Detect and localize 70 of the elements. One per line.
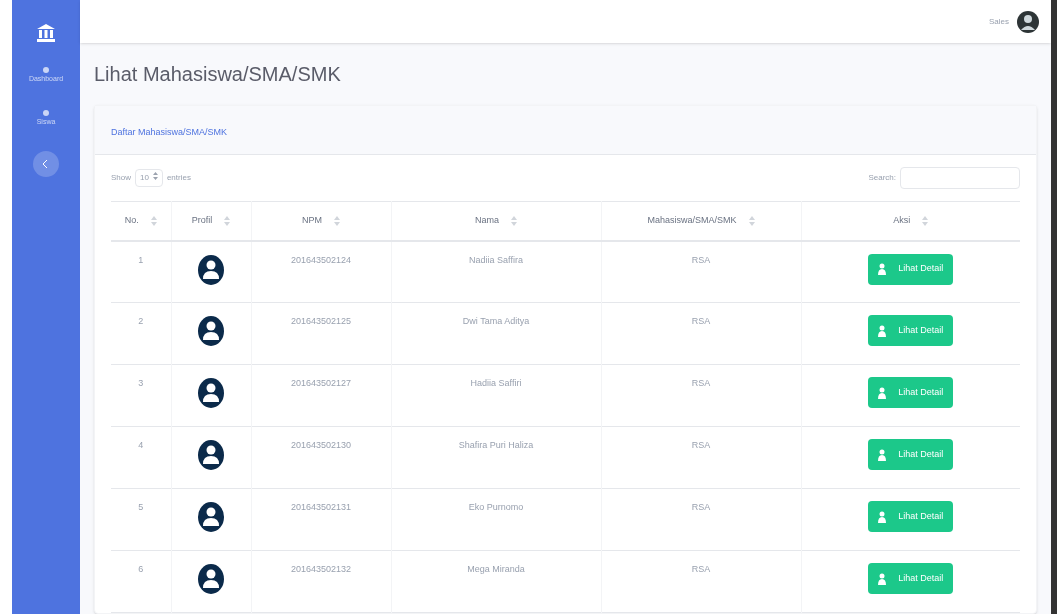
bank-icon [37,24,55,42]
column-header[interactable]: NPM [302,214,322,228]
column-header[interactable]: Profil [191,214,213,228]
table-cell: Eko Purnomo [468,502,524,512]
user-avatar-icon [197,501,225,533]
table-cell: Hadiia Saffiri [470,378,522,388]
table-cell: 201643502130 [290,440,352,450]
table-cell: 6 [138,564,144,574]
table-cell: 201643502124 [290,254,352,265]
detail-button[interactable]: Lihat Detail [868,439,954,470]
table-cell: RSA [691,254,711,265]
dot-icon [42,108,50,117]
user-icon [878,572,887,585]
entries-label: entries [166,172,191,184]
sort-icon[interactable] [748,215,755,226]
search-label: Search: [868,172,896,184]
sort-icon[interactable] [511,215,517,226]
column-header[interactable]: No. [124,214,139,228]
table-cell: 201643502131 [290,502,352,512]
user-icon [878,510,887,523]
table-cell: 2 [138,316,144,326]
user-avatar-icon [197,253,225,286]
user-icon [878,324,887,337]
detail-button[interactable]: Lihat Detail [868,377,954,408]
column-header[interactable]: Aksi [893,214,911,228]
table-cell: RSA [691,564,711,574]
page-title: Lihat Mahasiswa/SMA/SMK [94,62,342,87]
table-cell: 4 [138,440,144,450]
table-cell: RSA [691,316,711,326]
user-name[interactable]: Sales [989,15,1009,28]
table-cell: Nadiia Saffira [469,254,523,265]
search-field[interactable] [900,167,1020,189]
sidebar-toggle-button[interactable] [33,151,59,177]
table-cell: 201643502125 [290,316,352,326]
scrollbar[interactable] [1051,0,1057,614]
table-cell: 1 [138,254,144,265]
table-cell: 201643502127 [290,378,352,388]
user-icon [878,263,887,275]
user-avatar-icon[interactable] [1017,10,1039,33]
detail-button[interactable]: Lihat Detail [868,563,954,594]
detail-button[interactable]: Lihat Detail [868,315,954,346]
table-cell: RSA [691,502,711,512]
dot-icon [42,66,50,74]
chevron-left-icon [43,160,49,168]
sort-icon[interactable] [150,215,157,226]
table-cell: RSA [691,440,711,450]
user-avatar-icon [197,315,225,347]
detail-button[interactable]: Lihat Detail [868,501,954,532]
table-cell: 3 [138,378,144,388]
caret-icon [152,172,158,180]
table-cell: RSA [691,378,711,388]
card-title: Daftar Mahasiswa/SMA/SMK [111,127,228,137]
table-cell: Mega Miranda [467,564,525,574]
sort-icon[interactable] [922,215,929,226]
user-icon [878,386,887,399]
sort-icon[interactable] [334,215,340,226]
show-label: Show [111,172,131,184]
sort-icon[interactable] [224,215,231,226]
table-cell: Shafira Puri Haliza [458,440,534,450]
table-cell: 201643502132 [290,564,352,574]
user-avatar-icon [197,439,225,471]
table-cell: Dwi Tama Aditya [462,316,530,326]
detail-button[interactable]: Lihat Detail [868,253,954,285]
user-icon [878,448,887,461]
column-header[interactable]: Mahasiswa/SMA/SMK [647,214,737,228]
entries-select[interactable]: 10 [135,169,163,187]
user-avatar-icon [197,563,225,595]
table-cell: 5 [138,502,144,512]
column-header[interactable]: Nama [475,214,499,228]
user-avatar-icon [197,377,225,409]
